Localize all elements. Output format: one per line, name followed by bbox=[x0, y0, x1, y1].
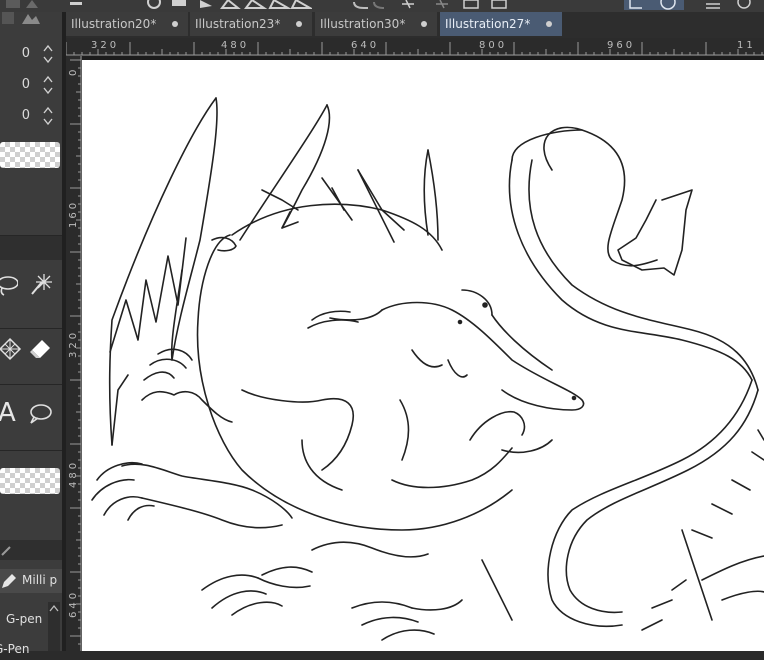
brush-label: Milli p bbox=[22, 573, 58, 587]
tab-illustration30[interactable]: Illustration30* bbox=[315, 12, 437, 36]
selection-tool-icons[interactable] bbox=[142, 0, 312, 10]
tab-illustration23[interactable]: Illustration23* bbox=[190, 12, 312, 36]
tab-label: Illustration30* bbox=[320, 17, 406, 31]
ruler-label: 320 bbox=[68, 329, 79, 358]
panel-header-icons[interactable] bbox=[2, 10, 42, 26]
param-field-1[interactable]: 0 bbox=[0, 40, 60, 68]
param-value-3: 0 bbox=[21, 108, 30, 123]
close-dot-icon[interactable] bbox=[172, 21, 178, 27]
close-dot-icon[interactable] bbox=[296, 21, 302, 27]
ruler-label: 480 bbox=[68, 459, 79, 488]
ruler-label: 640 bbox=[68, 589, 79, 618]
background-color-swatch[interactable] bbox=[0, 468, 60, 494]
lasso-icon[interactable] bbox=[0, 273, 18, 297]
brush-label: G-Pen bbox=[0, 642, 30, 656]
tab-label: Illustration20* bbox=[71, 17, 157, 31]
transform-icons[interactable] bbox=[400, 0, 520, 10]
ruler-label: 160 bbox=[68, 199, 79, 228]
ruler-icons[interactable] bbox=[628, 0, 684, 10]
text-tool-icon[interactable]: A bbox=[0, 398, 16, 428]
eraser-icon[interactable] bbox=[28, 337, 52, 361]
dragon-sketch bbox=[91, 97, 764, 641]
window-icons[interactable] bbox=[704, 0, 764, 10]
undo-redo-icon[interactable] bbox=[352, 0, 392, 10]
spin-arrows-icon[interactable] bbox=[42, 105, 54, 127]
spin-arrows-icon[interactable] bbox=[42, 74, 54, 96]
ruler-label: 320 bbox=[91, 40, 120, 51]
menu-icon[interactable] bbox=[70, 0, 82, 10]
param-value-2: 0 bbox=[21, 77, 30, 92]
tab-label: Illustration23* bbox=[195, 17, 281, 31]
close-dot-icon[interactable] bbox=[546, 21, 552, 27]
magic-wand-icon[interactable] bbox=[28, 272, 52, 296]
document-tabs: Illustration20* Illustration23* Illustra… bbox=[66, 12, 764, 38]
close-dot-icon[interactable] bbox=[421, 21, 427, 27]
ruler-label: 640 bbox=[351, 40, 380, 51]
ruler-label: 0 bbox=[68, 66, 79, 76]
layer-icons[interactable] bbox=[4, 0, 44, 10]
panel-divider-band bbox=[0, 236, 62, 260]
brush-list-scrollbar[interactable] bbox=[48, 602, 60, 651]
pen-icon bbox=[2, 574, 16, 588]
tab-illustration20[interactable]: Illustration20* bbox=[66, 12, 188, 36]
ruler-ticks bbox=[66, 42, 764, 56]
scroll-up-icon[interactable] bbox=[49, 604, 59, 612]
spin-arrows-icon[interactable] bbox=[42, 43, 54, 65]
ruler-label: 960 bbox=[607, 40, 636, 51]
vertical-ruler: 0 160 320 480 640 bbox=[66, 56, 82, 651]
tab-illustration27[interactable]: Illustration27* bbox=[440, 12, 562, 36]
tab-label: Illustration27* bbox=[445, 17, 531, 31]
horizontal-ruler: 320 480 640 800 960 11 bbox=[66, 38, 764, 56]
param-field-2[interactable]: 0 bbox=[0, 71, 60, 99]
drawing-canvas[interactable] bbox=[82, 60, 764, 651]
speech-balloon-icon[interactable] bbox=[28, 402, 52, 426]
ruler-label: 800 bbox=[479, 40, 508, 51]
fill-pattern-icon[interactable] bbox=[0, 337, 22, 361]
ruler-label: 480 bbox=[221, 40, 250, 51]
transparent-color-swatch[interactable] bbox=[0, 142, 60, 168]
brush-label: G-pen bbox=[6, 612, 43, 626]
top-toolbar bbox=[0, 0, 764, 12]
param-value-1: 0 bbox=[21, 46, 30, 61]
brush-header-icon[interactable] bbox=[0, 543, 14, 557]
ruler-label: 11 bbox=[737, 40, 756, 51]
tool-property-panel: 0 0 0 A Milli p G-pen G-Pen bbox=[0, 10, 62, 656]
param-field-3[interactable]: 0 bbox=[0, 102, 60, 130]
brush-item-milli[interactable]: Milli p bbox=[0, 569, 62, 593]
